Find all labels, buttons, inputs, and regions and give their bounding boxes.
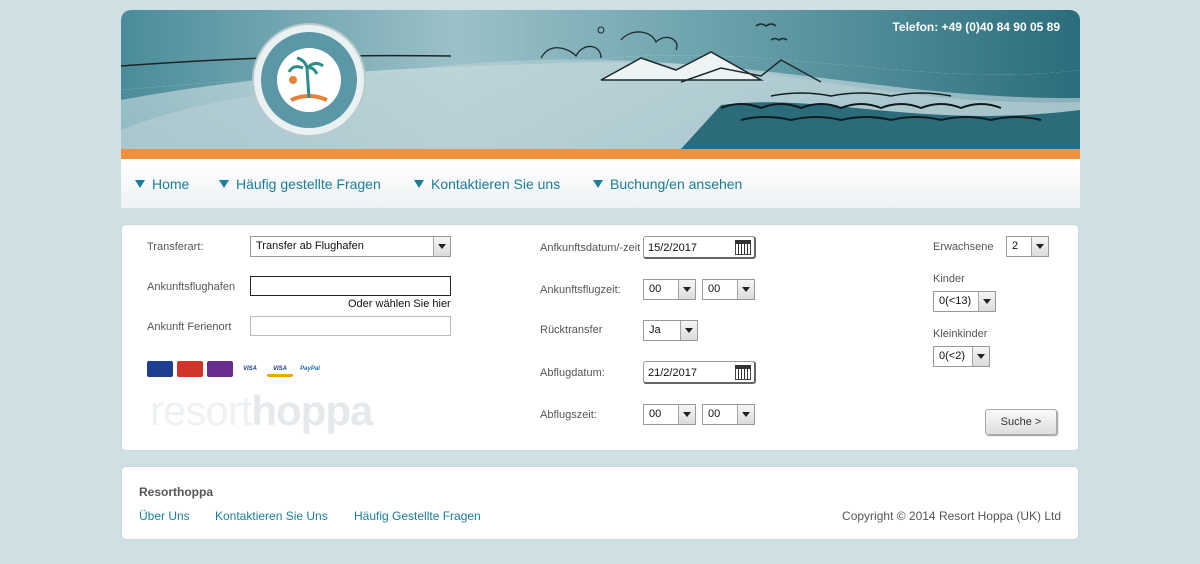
kleinkinder-select[interactable]: 0(<2) [933,346,990,367]
nav-faq-label: Häufig gestellte Fragen [236,176,381,192]
nav-bookings[interactable]: Buchung/en ansehen [593,176,742,192]
erwachsene-value: 2 [1012,240,1019,252]
triangle-down-icon [135,180,145,188]
footer-link-faq[interactable]: Häufig Gestellte Fragen [354,509,481,523]
footer-title: Resorthoppa [139,485,214,499]
visa-electron-card-icon: VISA [237,361,263,377]
footer: Resorthoppa Über Uns Kontaktieren Sie Un… [121,466,1079,540]
resorthoppa-watermark: resorthoppa [150,387,373,435]
chevron-down-icon [972,347,989,366]
abflugdatum-field[interactable]: 21/2/2017 [643,361,756,384]
chevron-down-icon [978,292,995,311]
abflug-minute-select[interactable]: 00 [702,404,755,425]
ankunft-ferienort-label: Ankunft Ferienort [147,321,232,333]
paypal-card-icon: PayPal [297,361,323,377]
solo-card-icon [207,361,233,377]
anfkunftsdatum-field[interactable]: 15/2/2017 [643,236,756,259]
kinder-select[interactable]: 0(<13) [933,291,996,312]
anfkunftsdatum-label: Anfkunftsdatum/-zeit [540,242,641,254]
ankunftsflugzeit-label: Ankunftsflugzeit: [540,284,621,296]
transferart-select[interactable]: Transfer ab Flughafen [250,236,451,257]
ankunft-ferienort-input[interactable] [250,316,451,336]
abflugdatum-value: 21/2/2017 [648,367,697,379]
copyright-text: Copyright © 2014 Resort Hoppa (UK) Ltd [842,509,1061,523]
oder-waehlen-link[interactable]: Oder wählen Sie hier [348,298,451,310]
abflug-hour-value: 00 [649,408,662,420]
chevron-down-icon [433,237,450,256]
calendar-icon[interactable] [735,240,751,255]
chevron-down-icon [737,405,754,424]
nav-faq[interactable]: Häufig gestellte Fragen [219,176,381,192]
kinder-value: 0(<13) [939,295,972,307]
chevron-down-icon [1031,237,1048,256]
transferart-label: Transferart: [147,241,204,253]
chevron-down-icon [737,280,754,299]
abflugszeit-label: Abflugszeit: [540,409,597,421]
chevron-down-icon [678,405,695,424]
ruecktransfer-label: Rücktransfer [540,324,603,336]
calendar-icon[interactable] [735,365,751,380]
anfkunftsdatum-value: 15/2/2017 [648,242,697,254]
mastercard-card-icon [177,361,203,377]
phone-number: Telefon: +49 (0)40 84 90 05 89 [892,20,1060,34]
visa-card-icon: VISA [267,361,293,377]
abflug-hour-select[interactable]: 00 [643,404,696,425]
erwachsene-select[interactable]: 2 [1006,236,1049,257]
nav-contact[interactable]: Kontaktieren Sie uns [414,176,560,192]
watermark-part1: resort [150,387,252,434]
ankunft-minute-select[interactable]: 00 [702,279,755,300]
transferart-value: Transfer ab Flughafen [256,240,364,252]
nav-home-label: Home [152,176,190,192]
header-banner: Telefon: +49 (0)40 84 90 05 89 [121,10,1080,159]
maestro-card-icon [147,361,173,377]
chevron-down-icon [678,280,695,299]
ruecktransfer-value: Ja [649,324,661,336]
footer-link-kontakt[interactable]: Kontaktieren Sie Uns [215,509,328,523]
kinder-label: Kinder [933,273,965,285]
ankunft-hour-value: 00 [649,283,662,295]
nav-home[interactable]: Home [135,176,189,192]
triangle-down-icon [593,180,603,188]
kleinkinder-value: 0(<2) [939,350,965,362]
nav-bookings-label: Buchung/en ansehen [610,176,743,192]
orange-divider [121,149,1080,159]
chevron-down-icon [680,321,697,340]
triangle-down-icon [219,180,229,188]
ankunft-minute-value: 00 [708,283,721,295]
nav-contact-label: Kontaktieren Sie uns [431,176,561,192]
abflug-minute-value: 00 [708,408,721,420]
transfer-search-panel: Transferart: Transfer ab Flughafen Ankun… [121,224,1079,451]
footer-link-ueber-uns[interactable]: Über Uns [139,509,190,523]
search-button[interactable]: Suche > [985,409,1057,435]
watermark-part2: hoppa [251,387,373,434]
ankunftsflughafen-input[interactable] [250,276,451,296]
erwachsene-label: Erwachsene [933,241,994,253]
abflugdatum-label: Abflugdatum: [540,367,605,379]
kleinkinder-label: Kleinkinder [933,328,988,340]
logo[interactable] [252,23,366,137]
triangle-down-icon [414,180,424,188]
ankunft-hour-select[interactable]: 00 [643,279,696,300]
main-nav: Home Häufig gestellte Fragen Kontaktiere… [121,159,1080,209]
ankunftsflughafen-label: Ankunftsflughafen [147,281,236,293]
ruecktransfer-select[interactable]: Ja [643,320,698,341]
